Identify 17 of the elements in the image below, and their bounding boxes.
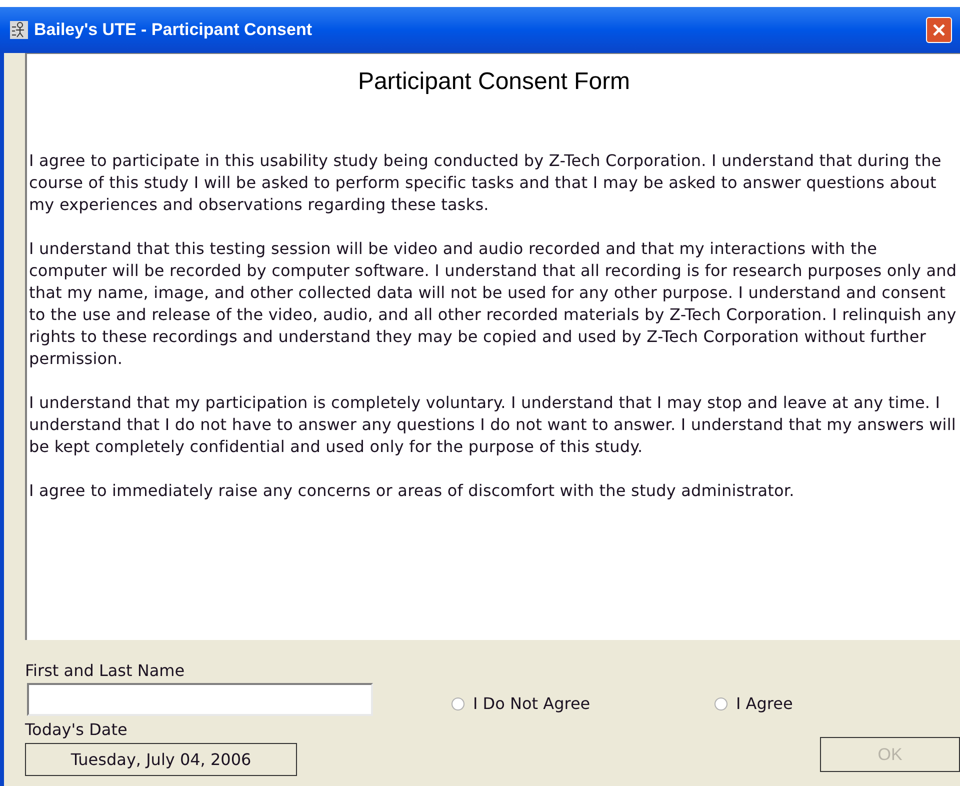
window-title: Bailey's UTE - Participant Consent xyxy=(34,19,312,42)
agreement-radio[interactable]: I Do Not Agree xyxy=(451,692,714,716)
stick-figure-icon xyxy=(10,21,28,39)
close-icon xyxy=(932,23,946,37)
date-label: Today's Date xyxy=(25,719,128,741)
radio-icon xyxy=(714,697,728,711)
consent-paragraph: I understand that my participation is completely voluntary. I understand that I may stop and leave at any time. I understand that I do not have to answer any questions I do not want to answer. I understand that my answers will be kept completely confidential and used only for the purpose of this study. xyxy=(29,392,957,458)
consent-paragraph: I agree to immediately raise any concerns or areas of discomfort with the study administrator. xyxy=(29,480,796,502)
close-button[interactable] xyxy=(926,17,952,43)
agreement-radio[interactable]: I Agree xyxy=(714,692,793,716)
consent-paragraph: I understand that this testing session will be video and audio recorded and that my interactions with the computer will be recorded by computer software. I understand that all recording is for research purposes only and that my name, image, and other collected data will not be used for any other purpose. I understand and consent to the use and release of the video, audio, and all other recorded materials by Z-Tech Corporation. I relinquish any rights to these recordings and understand they may be copied and used by Z-Tech Corporation without further permission. xyxy=(29,238,958,370)
name-input-field[interactable] xyxy=(27,683,373,716)
date-display: Tuesday, July 04, 2006 xyxy=(25,743,297,776)
name-label: First and Last Name xyxy=(25,660,186,682)
radio-icon xyxy=(451,697,465,711)
consent-paragraph: I agree to participate in this usability study being conducted by Z-Tech Corporation. I understand that during the course of this study I will be asked to perform specific tasks and that I may be asked to answer questions about my experiences and observations regarding these tasks. xyxy=(29,150,942,216)
form-heading: Participant Consent Form xyxy=(356,67,632,97)
